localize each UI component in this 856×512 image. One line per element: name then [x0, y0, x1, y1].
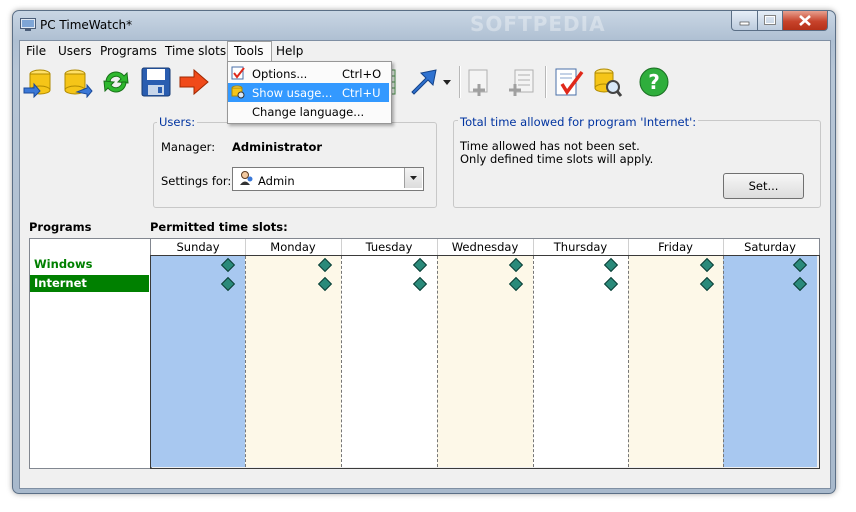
menu-users[interactable]: Users: [58, 44, 92, 58]
save-icon[interactable]: [140, 66, 172, 98]
add-list-icon[interactable]: [505, 66, 537, 98]
day-header-thursday: Thursday: [553, 240, 608, 254]
menu-item-options-label: Options...: [252, 67, 308, 81]
minimize-icon: [739, 21, 750, 26]
menu-item-options-shortcut: Ctrl+O: [342, 67, 382, 81]
add-item-icon[interactable]: [465, 66, 497, 98]
app-icon: [20, 18, 36, 31]
users-group: [153, 122, 437, 208]
menu-tools[interactable]: Tools: [234, 44, 264, 58]
import-database-icon[interactable]: [22, 66, 54, 98]
menu-help[interactable]: Help: [276, 44, 303, 58]
toolbar-separator: [459, 66, 461, 98]
day-header-sunday: Sunday: [176, 240, 220, 254]
menu-item-show-usage-label: Show usage...: [252, 86, 333, 100]
time-slots-header: Permitted time slots:: [150, 220, 288, 234]
options-icon: [231, 66, 245, 80]
total-time-line-2: Only defined time slots will apply.: [460, 152, 654, 166]
manager-label: Manager:: [161, 140, 216, 154]
menu-item-show-usage-shortcut: Ctrl+U: [342, 86, 381, 100]
usage-icon: [231, 85, 245, 99]
menu-programs[interactable]: Programs: [100, 44, 157, 58]
day-header-wednesday: Wednesday: [451, 240, 519, 254]
menu-item-change-language[interactable]: Change language...: [228, 102, 389, 121]
settings-for-label: Settings for:: [161, 174, 232, 188]
menu-item-change-language-label: Change language...: [252, 105, 365, 119]
menu-file[interactable]: File: [26, 44, 46, 58]
day-divider: [533, 256, 534, 467]
day-divider: [245, 256, 246, 467]
search-database-icon[interactable]: [591, 66, 623, 98]
settings-for-value: Admin: [258, 174, 295, 188]
svg-text:?: ?: [648, 70, 660, 94]
window-title: PC TimeWatch*: [40, 18, 133, 32]
set-button[interactable]: Set...: [723, 173, 804, 199]
day-header-tuesday: Tuesday: [365, 240, 413, 254]
refresh-icon[interactable]: [100, 66, 132, 98]
help-icon[interactable]: ?: [638, 66, 670, 98]
total-time-line-1: Time allowed has not been set.: [460, 139, 640, 153]
close-icon: [799, 15, 811, 26]
dropdown-arrow-icon[interactable]: [440, 66, 454, 98]
program-item-windows[interactable]: Windows: [30, 256, 149, 273]
program-item-internet[interactable]: Internet: [30, 275, 149, 292]
maximize-button[interactable]: [757, 11, 783, 31]
export-database-icon[interactable]: [61, 66, 93, 98]
menu-time-slots[interactable]: Time slots: [165, 44, 226, 58]
settings-for-dropdown-button[interactable]: [404, 168, 422, 188]
chevron-down-icon: [410, 176, 417, 180]
day-header-monday: Monday: [270, 240, 316, 254]
menu-item-show-usage[interactable]: Show usage... Ctrl+U: [228, 83, 389, 102]
users-group-label: Users:: [157, 115, 198, 129]
report-check-icon[interactable]: [552, 66, 584, 98]
maximize-icon: [764, 15, 776, 25]
day-header-friday: Friday: [658, 240, 693, 254]
toolbar-separator: [545, 66, 547, 98]
total-time-group-label: Total time allowed for program 'Internet…: [458, 115, 699, 129]
day-divider: [628, 256, 629, 467]
status-bar: [20, 470, 828, 486]
manager-value: Administrator: [232, 140, 323, 154]
forward-arrow-icon[interactable]: [178, 66, 210, 98]
user-avatar-icon: [240, 171, 253, 185]
watermark-text: SOFTPEDIA: [470, 12, 606, 36]
day-header-saturday: Saturday: [744, 240, 796, 254]
programs-header: Programs: [29, 220, 92, 234]
close-button[interactable]: [782, 11, 828, 31]
menu-item-options[interactable]: Options... Ctrl+O: [228, 64, 389, 83]
minimize-button[interactable]: [731, 11, 758, 31]
day-divider: [723, 256, 724, 467]
day-divider: [437, 256, 438, 467]
day-divider: [341, 256, 342, 467]
jump-arrow-icon[interactable]: [408, 66, 440, 98]
